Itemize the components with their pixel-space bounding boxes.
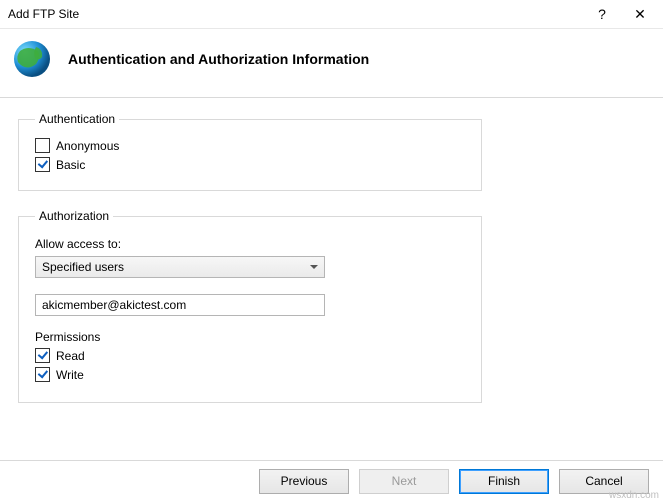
allow-access-dropdown[interactable]: Specified users [35, 256, 325, 278]
authorization-group: Authorization Allow access to: Specified… [18, 209, 482, 403]
write-label: Write [56, 368, 84, 382]
close-icon: ✕ [634, 6, 646, 23]
anonymous-row[interactable]: Anonymous [35, 138, 465, 153]
users-input[interactable] [35, 294, 325, 316]
chevron-down-icon [310, 265, 318, 269]
basic-row[interactable]: Basic [35, 157, 465, 172]
help-icon: ? [598, 6, 606, 22]
page-heading: Authentication and Authorization Informa… [68, 51, 369, 67]
anonymous-label: Anonymous [56, 139, 119, 153]
read-label: Read [56, 349, 85, 363]
basic-checkbox[interactable] [35, 157, 50, 172]
help-button[interactable]: ? [583, 0, 621, 28]
read-checkbox[interactable] [35, 348, 50, 363]
titlebar: Add FTP Site ? ✕ [0, 0, 663, 29]
allow-access-label: Allow access to: [35, 237, 465, 251]
previous-button[interactable]: Previous [259, 469, 349, 494]
basic-label: Basic [56, 158, 85, 172]
wizard-header: Authentication and Authorization Informa… [0, 29, 663, 97]
permissions-label: Permissions [35, 330, 465, 344]
content-area: Authentication Anonymous Basic Authoriza… [0, 98, 663, 403]
globe-icon [10, 37, 54, 81]
authentication-group: Authentication Anonymous Basic [18, 112, 482, 191]
write-row[interactable]: Write [35, 367, 465, 382]
finish-button[interactable]: Finish [459, 469, 549, 494]
cancel-button[interactable]: Cancel [559, 469, 649, 494]
authentication-legend: Authentication [35, 112, 119, 126]
wizard-footer: Previous Next Finish Cancel [0, 460, 663, 501]
next-button: Next [359, 469, 449, 494]
close-button[interactable]: ✕ [621, 0, 659, 28]
anonymous-checkbox[interactable] [35, 138, 50, 153]
write-checkbox[interactable] [35, 367, 50, 382]
window-title: Add FTP Site [8, 7, 583, 21]
authorization-legend: Authorization [35, 209, 113, 223]
dropdown-value: Specified users [42, 260, 124, 274]
read-row[interactable]: Read [35, 348, 465, 363]
